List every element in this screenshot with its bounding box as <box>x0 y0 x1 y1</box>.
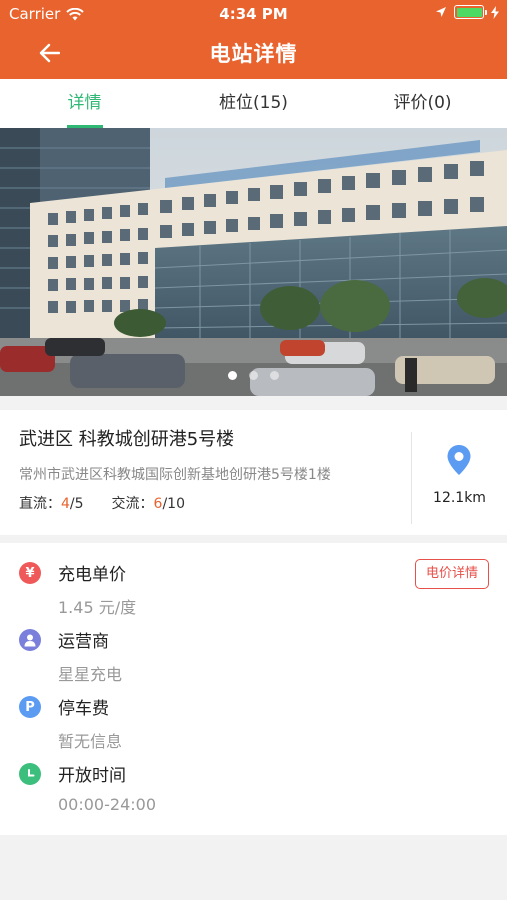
navigate-button[interactable]: 12.1km <box>412 410 507 535</box>
station-photo-carousel[interactable] <box>0 128 507 396</box>
carousel-dot[interactable] <box>249 371 258 380</box>
page-title: 电站详情 <box>209 42 298 66</box>
dc-label: 直流： <box>19 496 61 512</box>
status-bar: Carrier 4:34 PM <box>0 0 507 28</box>
status-time: 4:34 PM <box>219 5 288 23</box>
person-icon <box>19 629 41 651</box>
clock-icon <box>19 763 41 785</box>
map-pin-icon <box>447 445 471 475</box>
battery-icon <box>454 5 487 19</box>
carousel-dot[interactable] <box>270 371 279 380</box>
app-header: Carrier 4:34 PM 电站详情 <box>0 0 507 79</box>
hours-value: 00:00-24:00 <box>58 795 156 814</box>
hours-row: 开放时间 00:00-24:00 <box>0 744 507 814</box>
location-arrow-icon <box>436 7 446 17</box>
distance: 12.1km <box>433 490 486 506</box>
dc-count: 直流：4/5 <box>19 493 84 513</box>
price-details-button[interactable]: 电价详情 <box>415 559 489 589</box>
ac-total: /10 <box>162 496 185 512</box>
parking-row: P 停车费 暂无信息 <box>0 677 507 751</box>
price-row: ¥ 充电单价 1.45 元/度 电价详情 <box>0 543 507 617</box>
station-summary-card: 武进区 科教城创研港5号楼 常州市武进区科教城国际创新基地创研港5号楼1楼 直流… <box>0 410 507 535</box>
operator-label: 运营商 <box>58 632 109 652</box>
station-name: 武进区 科教城创研港5号楼 <box>19 429 235 450</box>
connector-counts: 直流：4/5 交流：6/10 <box>19 493 185 513</box>
charging-bolt-icon <box>491 5 499 19</box>
yen-icon: ¥ <box>19 562 41 584</box>
station-info-card: ¥ 充电单价 1.45 元/度 电价详情 运营商 星星充电 P 停车费 暂无信息… <box>0 543 507 835</box>
operator-row: 运营商 星星充电 <box>0 610 507 684</box>
station-address: 常州市武进区科教城国际创新基地创研港5号楼1楼 <box>19 467 331 483</box>
ac-label: 交流： <box>111 496 154 512</box>
ac-count: 交流：6/10 <box>112 493 185 513</box>
dc-available: 4 <box>61 496 70 512</box>
nav-bar: 电站详情 <box>0 28 507 79</box>
status-right <box>435 5 499 19</box>
price-label: 充电单价 <box>58 565 126 585</box>
tab-piles[interactable]: 桩位(15) <box>169 79 338 128</box>
parking-label: 停车费 <box>58 699 109 719</box>
tab-reviews[interactable]: 评价(0) <box>338 79 507 128</box>
carousel-dot[interactable] <box>228 371 237 380</box>
station-building-photo <box>0 128 507 396</box>
dc-total: /5 <box>69 496 84 512</box>
tab-bar: 详情 桩位(15) 评价(0) <box>0 79 507 128</box>
carousel-indicator <box>0 371 507 380</box>
tab-details[interactable]: 详情 <box>0 79 169 128</box>
hours-label: 开放时间 <box>58 766 126 786</box>
parking-icon: P <box>19 696 41 718</box>
